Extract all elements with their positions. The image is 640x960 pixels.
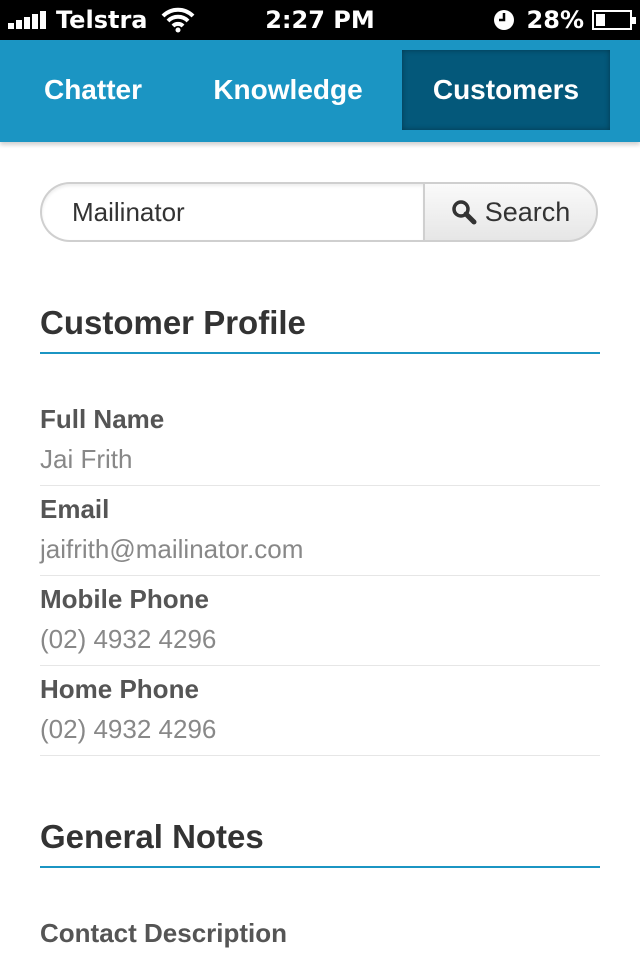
battery-percent: 28% (526, 6, 584, 34)
tab-customers[interactable]: Customers (402, 50, 610, 130)
field-value: Jai Frith (40, 444, 133, 474)
field-contact-description: Contact Description (40, 910, 600, 960)
search-input[interactable] (40, 182, 424, 242)
search-icon (451, 200, 477, 225)
field-email: Email jaifrith@mailinator.com (40, 486, 600, 576)
status-bar: Telstra 2:27 PM 28% (0, 0, 640, 40)
field-label: Full Name (40, 404, 165, 434)
search-button[interactable]: Search (423, 182, 598, 242)
battery-fill (596, 14, 605, 26)
field-full-name: Full Name Jai Frith (40, 396, 600, 486)
tab-chatter[interactable]: Chatter (22, 50, 164, 130)
clock-icon (493, 10, 514, 30)
field-mobile-phone: Mobile Phone (02) 4932 4296 (40, 576, 600, 666)
customer-profile-title: Customer Profile (40, 304, 600, 354)
field-label: Mobile Phone (40, 584, 209, 614)
status-right: 28% (493, 5, 636, 35)
battery-icon (592, 10, 636, 30)
top-navbar: Chatter Knowledge Customers (0, 40, 640, 142)
general-notes-title: General Notes (40, 818, 600, 868)
search-bar: Search (40, 182, 598, 242)
field-value[interactable]: (02) 4932 4296 (40, 714, 216, 745)
tab-knowledge[interactable]: Knowledge (192, 50, 384, 130)
field-value[interactable]: (02) 4932 4296 (40, 624, 216, 655)
field-home-phone: Home Phone (02) 4932 4296 (40, 666, 600, 756)
field-value[interactable]: jaifrith@mailinator.com (40, 534, 303, 565)
search-button-label: Search (484, 196, 571, 227)
field-label: Email (40, 494, 110, 524)
field-label: Home Phone (40, 674, 199, 704)
field-label: Contact Description (40, 918, 288, 948)
